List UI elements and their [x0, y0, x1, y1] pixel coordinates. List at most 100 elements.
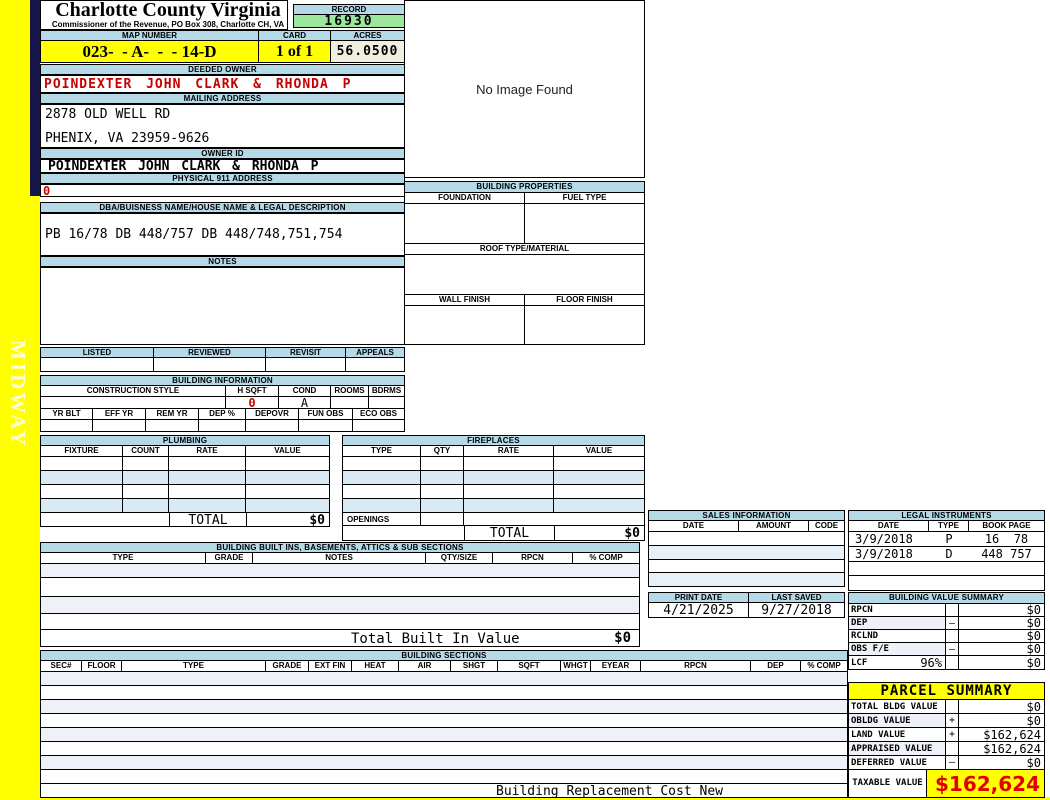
parcel-row: LAND VALUE + $162,624 [849, 728, 1044, 742]
li-bookpage-label: BOOK PAGE [969, 521, 1044, 532]
parcel-value: $162,624 [983, 727, 1041, 742]
deeded-owner-header: DEEDED OWNER [40, 64, 405, 75]
bi-qtysize-label: QTY/SIZE [426, 553, 493, 564]
table-row [41, 564, 639, 578]
empty-cell [41, 513, 169, 527]
reviewed-label: REVIEWED [154, 348, 266, 358]
empty-cell [421, 457, 464, 470]
parcel-value: $162,624 [983, 741, 1041, 756]
table-row [649, 560, 844, 573]
whgt-label: WHGT [561, 661, 591, 672]
card-label: CARD [259, 31, 331, 41]
mailing-address-box: 2878 OLD WELL RD PHENIX, VA 23959-9626 [40, 104, 405, 148]
empty-cell [554, 485, 644, 498]
empty-cell [299, 420, 353, 431]
taxable-label: TAXABLE VALUE [849, 770, 927, 797]
empty-cell [154, 358, 266, 371]
foundation-value [405, 204, 525, 243]
building-properties-header: BUILDING PROPERTIES [405, 182, 644, 193]
empty-cell [123, 499, 169, 512]
last-saved-value: 9/27/2018 [761, 602, 832, 618]
empty-cell [464, 513, 644, 525]
building-replacement-row: Building Replacement Cost New [41, 784, 847, 799]
yrblt-label: YR BLT [41, 409, 93, 420]
table-row [41, 728, 847, 742]
sales-table: SALES INFORMATION DATE AMOUNT CODE [648, 510, 845, 587]
floor-label: FLOOR [82, 661, 122, 672]
sales-code-label: CODE [809, 521, 844, 532]
empty-cell [41, 471, 123, 484]
empty-cell [464, 471, 554, 484]
parcel-op: — [946, 756, 959, 769]
card-value: 1 of 1 [259, 41, 331, 62]
empty-cell [421, 471, 464, 484]
parcel-row: APPRAISED VALUE $162,624 [849, 742, 1044, 756]
empty-cell [343, 471, 421, 484]
bdrms-label: BDRMS [369, 386, 404, 397]
table-row [849, 562, 1044, 576]
wall-finish-label: WALL FINISH [405, 295, 525, 306]
empty-cell [169, 471, 246, 484]
fuel-type-value [525, 204, 644, 243]
bi-comp-label: % COMP [573, 553, 639, 564]
table-row [649, 546, 844, 560]
bvs-value: $0 [1026, 629, 1041, 643]
empty-cell [41, 420, 93, 431]
fixture-label: FIXTURE [41, 446, 123, 457]
empty-cell [169, 485, 246, 498]
built-ins-table: BUILDING BUILT INS, BASEMENTS, ATTICS & … [40, 542, 640, 647]
empty-cell [246, 420, 299, 431]
roof-type-label: ROOF TYPE/MATERIAL [405, 244, 644, 255]
map-card-acres-table: MAP NUMBER CARD ACRES 023- - A- - - 14-D… [40, 30, 405, 63]
lcf-label: LCF [851, 657, 868, 668]
rate-label: RATE [169, 446, 246, 457]
empty-cell [41, 499, 123, 512]
last-saved-label: LAST SAVED [749, 593, 844, 603]
bvs-op [946, 630, 959, 642]
sales-date-label: DATE [649, 521, 739, 532]
fp-type-label: TYPE [343, 446, 421, 457]
owner-id-header: OWNER ID [40, 148, 405, 159]
empty-cell [41, 457, 123, 470]
parcel-row: OBLDG VALUE + $0 [849, 714, 1044, 728]
construction-style-value [41, 397, 226, 408]
table-row: 3/9/2018 P 16 78 [849, 532, 1044, 547]
bvs-label: OBS F/E [849, 643, 946, 655]
empty-cell [199, 420, 246, 431]
air-label: AIR [399, 661, 451, 672]
parcel-row: TOTAL BLDG VALUE $0 [849, 700, 1044, 714]
empty-cell [343, 526, 464, 540]
bi-rpcn-label: RPCN [493, 553, 573, 564]
empty-cell [169, 457, 246, 470]
empty-cell [169, 499, 246, 512]
navy-strip [30, 0, 40, 196]
bvs-label: RCLND [849, 630, 946, 642]
page-title: Charlotte County Virginia [55, 0, 281, 21]
empty-cell [123, 471, 169, 484]
sec-label: SEC# [41, 661, 82, 672]
empty-cell [421, 513, 464, 525]
building-information-header: BUILDING INFORMATION [41, 376, 404, 386]
bi-notes-label: NOTES [253, 553, 426, 564]
li-bookpage: 16 78 [984, 532, 1029, 546]
revisit-label: REVISIT [266, 348, 346, 358]
parcel-op: + [946, 728, 959, 741]
acres-value: 56.0500 [331, 41, 404, 62]
heat-label: HEAT [352, 661, 399, 672]
table-row [41, 597, 639, 614]
bvs-label: LCF 96% [849, 656, 946, 670]
appeals-label: APPEALS [346, 348, 404, 358]
table-row [41, 700, 847, 714]
record-box: RECORD 16930 [293, 4, 405, 29]
dba-legal-header: DBA/BUISNESS NAME/HOUSE NAME & LEGAL DES… [40, 202, 405, 213]
listed-label: LISTED [41, 348, 154, 358]
review-table: LISTED REVIEWED REVISIT APPEALS [40, 347, 405, 372]
bvs-value: $0 [1026, 616, 1041, 630]
sales-amount-label: AMOUNT [739, 521, 809, 532]
parcel-label: TOTAL BLDG VALUE [849, 700, 946, 713]
floor-finish-label: FLOOR FINISH [525, 295, 644, 306]
bvs-op: — [946, 617, 959, 629]
plumbing-table: PLUMBING FIXTURE COUNT RATE VALUE TOTAL … [40, 435, 330, 528]
fireplaces-header: FIREPLACES [343, 436, 644, 446]
empty-cell [554, 499, 644, 512]
